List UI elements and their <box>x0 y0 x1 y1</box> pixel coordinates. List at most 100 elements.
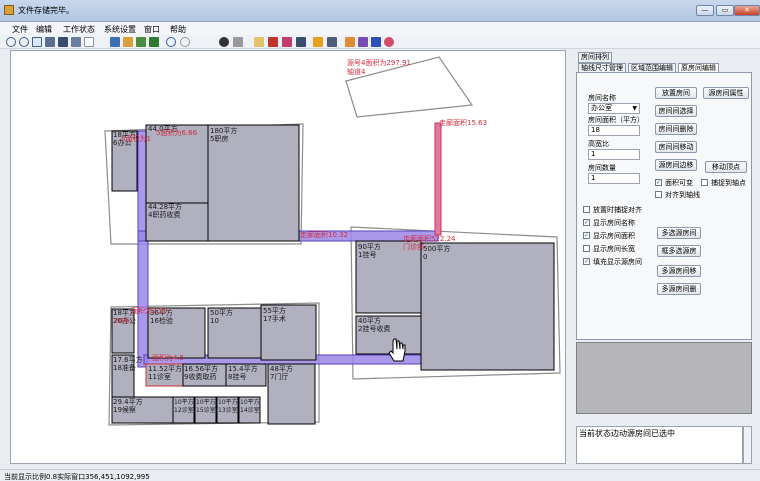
door-label: 门诊部 <box>403 242 424 251</box>
preview-pane <box>576 342 752 414</box>
print-icon[interactable] <box>110 37 120 47</box>
new-doc-icon[interactable] <box>84 37 94 47</box>
menu-file[interactable]: 文件 <box>12 24 28 35</box>
room-area-input[interactable]: 18 <box>588 125 640 136</box>
move-vertex-button[interactable]: 移动顶点 <box>705 161 747 173</box>
room-delete-button[interactable]: 房间间删除 <box>655 123 697 135</box>
menu-help[interactable]: 帮助 <box>170 24 186 35</box>
redo-icon[interactable] <box>180 37 190 47</box>
menu-system-settings[interactable]: 系统设置 <box>104 24 136 35</box>
layer-icon[interactable] <box>149 37 159 47</box>
room-delete-icon[interactable] <box>268 37 278 47</box>
show-area-checkbox[interactable]: ✓ <box>583 232 590 239</box>
room-label-name: 11诊室 <box>148 372 171 381</box>
align-axis-label: 对齐到轴线 <box>665 191 700 199</box>
room-label-area: 10平方 <box>218 398 238 406</box>
zoom-out-icon[interactable] <box>19 37 29 47</box>
room-name-select[interactable]: 办公室 ▼ <box>588 103 640 114</box>
maximize-button[interactable]: ▭ <box>716 5 734 16</box>
room-edit-icon[interactable] <box>282 37 292 47</box>
room-label-name: 14诊室 <box>240 406 260 414</box>
room-move-button[interactable]: 房间间移动 <box>655 141 697 153</box>
corridor-area-label: 走廊面积10.32 <box>300 230 348 239</box>
room-edit-panel: 房间排列 轴线尺寸管理 区域范围编辑 原房间编辑 房间名称 办公室 ▼ 房间面积… <box>576 50 752 340</box>
snap-axis-checkbox[interactable] <box>701 179 708 186</box>
title-bar: 文件存储完毕。 — ▭ ✕ <box>0 0 760 22</box>
room-label-name: 5职房 <box>210 134 228 143</box>
room-edge-move-button[interactable]: 源房间边移 <box>655 159 697 171</box>
room-count-input[interactable]: 1 <box>588 173 640 184</box>
room-label-area: 180平方 <box>210 126 237 135</box>
show-length-checkbox[interactable] <box>583 245 590 252</box>
undo-icon[interactable] <box>166 37 176 47</box>
drawing-canvas[interactable]: 180平方 5职房 44.28平方 4职药收费 90平方 1挂号 40平方 2挂… <box>10 50 566 464</box>
chevron-down-icon: ▼ <box>632 105 637 112</box>
hand-tool-icon[interactable] <box>32 37 42 47</box>
open-folder-icon[interactable] <box>45 37 55 47</box>
room-label-area: 10平方 <box>196 398 216 406</box>
room-label-name: 2挂号收费 <box>358 324 390 333</box>
frame-multi-select-button[interactable]: 框多选源房 <box>657 245 701 257</box>
place-room-button[interactable]: 放置房间 <box>655 87 697 99</box>
room-label-name: 10 <box>210 317 219 325</box>
show-name-checkbox[interactable]: ✓ <box>583 219 590 226</box>
align-axis-checkbox[interactable] <box>655 191 662 198</box>
room-label-area: 11.52平方 <box>148 364 182 373</box>
panel-body: 房间名称 办公室 ▼ 房间面积（平方） 18 高宽比 1 房间数量 1 放置房间… <box>576 72 752 340</box>
room-label-name: 4职药收费 <box>148 210 180 219</box>
room-label-name: 0 <box>423 253 427 261</box>
room-label-name: 18准备 <box>113 363 136 372</box>
close-button[interactable]: ✕ <box>734 5 760 16</box>
minimize-button[interactable]: — <box>696 5 714 16</box>
room-label-area: 17.6平方 <box>113 355 143 364</box>
calc-icon[interactable] <box>358 37 368 47</box>
multi-move-button[interactable]: 多源房间移 <box>657 265 701 277</box>
fill-show-checkbox[interactable]: ✓ <box>583 258 590 265</box>
fill-show-label: 填充显示源房间 <box>593 258 642 266</box>
status-bar-text: 当前显示比例0.8实际窗口356,451,1092,995 <box>4 473 150 481</box>
menu-window[interactable]: 窗口 <box>144 24 160 35</box>
room-0-large <box>420 242 555 371</box>
export-icon[interactable] <box>123 37 133 47</box>
toolbar-separator <box>96 38 106 46</box>
import-icon[interactable] <box>136 37 146 47</box>
block-area-label: 源号4面积为297.91 <box>347 58 411 67</box>
room-select-button[interactable]: 房间间选择 <box>655 105 697 117</box>
multi-delete-button[interactable]: 多源房间删 <box>657 283 701 295</box>
room-count-label: 房间数量 <box>588 164 616 172</box>
zoom-in-icon[interactable] <box>6 37 16 47</box>
area-label: 面积为2.59 <box>131 306 168 315</box>
save-icon[interactable] <box>58 37 68 47</box>
snap-on-place-label: 放置时捕捉对齐 <box>593 206 642 214</box>
corridor-area-label: 走廊面积15.63 <box>439 118 487 127</box>
area-variable-checkbox[interactable]: ✓ <box>655 179 662 186</box>
room-label-name: 17手术 <box>263 314 286 323</box>
tab-room-arrange[interactable]: 房间排列 <box>578 52 612 63</box>
menu-work-status[interactable]: 工作状态 <box>63 24 95 35</box>
grid-icon[interactable] <box>327 37 337 47</box>
axis-icon[interactable] <box>313 37 323 47</box>
save-as-icon[interactable] <box>71 37 81 47</box>
area-icon[interactable] <box>345 37 355 47</box>
snap-on-place-checkbox[interactable] <box>583 206 590 213</box>
room-tool-icon[interactable] <box>254 37 264 47</box>
room-properties-button[interactable]: 源房间属性 <box>703 87 749 99</box>
room-label-area: 10平方 <box>240 398 260 406</box>
menu-edit[interactable]: 编辑 <box>36 24 52 35</box>
floorplan-svg[interactable]: 180平方 5职房 44.28平方 4职药收费 90平方 1挂号 40平方 2挂… <box>11 51 567 465</box>
aspect-ratio-input[interactable]: 1 <box>588 149 640 160</box>
room-frame-icon[interactable] <box>296 37 306 47</box>
area-label: 6面积为1 <box>121 134 151 143</box>
snap-axis-label: 捕捉到轴点 <box>711 179 746 187</box>
settings-icon[interactable] <box>219 37 229 47</box>
menu-bar: 文件 编辑 工作状态 系统设置 窗口 帮助 <box>0 22 760 35</box>
area-label: 面积为4.5 <box>152 353 184 362</box>
arrange-icon[interactable] <box>371 37 381 47</box>
status-scrollbar[interactable] <box>743 426 752 464</box>
block-axis-label: 轴道4 <box>347 67 366 76</box>
measure-icon[interactable] <box>233 37 243 47</box>
check-icon[interactable] <box>384 37 394 47</box>
room-label-name: 7门厅 <box>270 372 288 381</box>
multi-select-button[interactable]: 多选源房间 <box>657 227 701 239</box>
room-label-name: 1挂号 <box>358 250 376 259</box>
